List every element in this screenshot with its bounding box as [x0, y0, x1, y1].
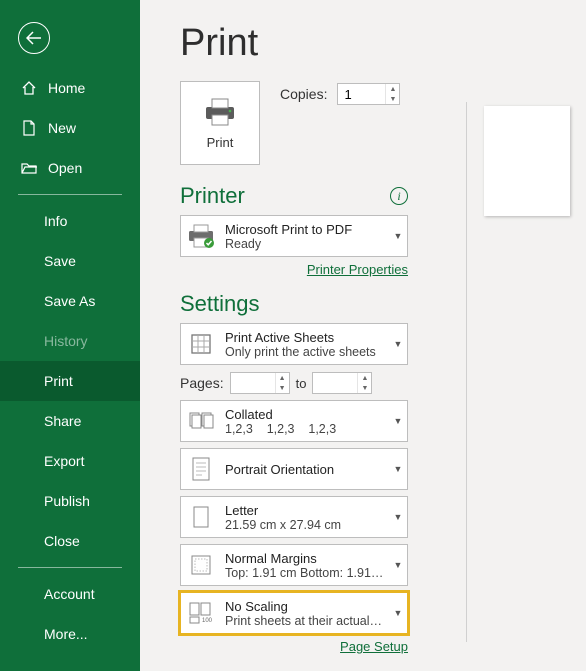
- chevron-down-icon: ▼: [394, 339, 403, 349]
- chevron-down-icon: ▼: [394, 512, 403, 522]
- pages-to-input[interactable]: [313, 376, 357, 391]
- spinner-up[interactable]: ▲: [276, 373, 289, 383]
- print-preview-pane: [466, 102, 586, 642]
- printer-selector-text: Microsoft Print to PDF Ready: [221, 217, 389, 256]
- collated-icon: [181, 401, 221, 441]
- dropdown-arrow: ▼: [389, 231, 407, 241]
- pages-to-spinner[interactable]: ▲▼: [312, 372, 372, 394]
- chevron-down-icon: ▼: [394, 416, 403, 426]
- page-setup-link[interactable]: Page Setup: [340, 639, 408, 654]
- nav-saveas[interactable]: Save As: [0, 281, 140, 321]
- arrow-left-icon: [26, 31, 42, 45]
- pages-from-spinner[interactable]: ▲▼: [230, 372, 290, 394]
- chevron-down-icon: ▼: [394, 608, 403, 618]
- nav-label: New: [48, 120, 76, 136]
- printer-info-icon[interactable]: i: [390, 187, 408, 205]
- printer-icon: [187, 223, 215, 249]
- printer-status: Ready: [225, 237, 385, 251]
- nav-close[interactable]: Close: [0, 521, 140, 561]
- copies-row: Copies: ▲ ▼: [280, 81, 400, 105]
- chevron-down-icon: ▼: [394, 231, 403, 241]
- nav-save[interactable]: Save: [0, 241, 140, 281]
- print-button[interactable]: Print: [180, 81, 260, 165]
- nav-history: History: [0, 321, 140, 361]
- orientation-selector[interactable]: Portrait Orientation ▼: [180, 448, 408, 490]
- nav-publish[interactable]: Publish: [0, 481, 140, 521]
- pages-label: Pages:: [180, 375, 224, 391]
- chevron-down-icon: ▼: [394, 560, 403, 570]
- print-panel: Print Print Copies: ▲ ▼ Printer i: [140, 0, 586, 671]
- printer-name: Microsoft Print to PDF: [225, 222, 385, 237]
- printer-heading: Printer: [180, 183, 245, 209]
- back-button[interactable]: [18, 22, 50, 54]
- nav-new[interactable]: New: [0, 108, 140, 148]
- chevron-down-icon: ▼: [394, 464, 403, 474]
- paper-icon: [181, 497, 221, 537]
- nav-account[interactable]: Account: [0, 574, 140, 614]
- nav-bottom-group: Account More...: [0, 574, 140, 654]
- nav-label: Home: [48, 80, 85, 96]
- printer-large-icon: [203, 97, 237, 127]
- paper-size-selector[interactable]: Letter 21.59 cm x 27.94 cm ▼: [180, 496, 408, 538]
- nav-mid-group: Info Save Save As History Print Share Ex…: [0, 201, 140, 561]
- margins-selector[interactable]: Normal Margins Top: 1.91 cm Bottom: 1.91…: [180, 544, 408, 586]
- pages-to-label: to: [296, 376, 307, 391]
- divider: [18, 194, 122, 195]
- spinner-up[interactable]: ▲: [358, 373, 371, 383]
- spinner-down[interactable]: ▼: [276, 383, 289, 393]
- scaling-icon: 100: [181, 593, 221, 633]
- backstage-sidebar: Home New Open Info Save Save As History …: [0, 0, 140, 671]
- nav-label: Open: [48, 160, 82, 176]
- divider: [18, 567, 122, 568]
- printer-properties-link[interactable]: Printer Properties: [307, 262, 408, 277]
- collation-selector[interactable]: Collated 1,2,3 1,2,3 1,2,3 ▼: [180, 400, 408, 442]
- nav-print[interactable]: Print: [0, 361, 140, 401]
- spinner-down[interactable]: ▼: [358, 383, 371, 393]
- page-title: Print: [180, 22, 556, 65]
- scaling-selector[interactable]: 100 No Scaling Print sheets at their act…: [180, 592, 408, 634]
- nav-home[interactable]: Home: [0, 68, 140, 108]
- print-what-selector[interactable]: Print Active Sheets Only print the activ…: [180, 323, 408, 365]
- copies-input[interactable]: [338, 87, 385, 102]
- pages-row: Pages: ▲▼ to ▲▼: [180, 372, 408, 394]
- nav-export[interactable]: Export: [0, 441, 140, 481]
- pages-from-input[interactable]: [231, 376, 275, 391]
- print-button-label: Print: [207, 135, 234, 150]
- svg-text:100: 100: [202, 618, 213, 624]
- nav-info[interactable]: Info: [0, 201, 140, 241]
- margins-icon: [181, 545, 221, 585]
- nav-open[interactable]: Open: [0, 148, 140, 188]
- open-icon: [20, 159, 38, 177]
- printer-selector-icon: [181, 216, 221, 256]
- spinner-arrows: ▲ ▼: [385, 84, 399, 104]
- printer-section-head: Printer i: [180, 183, 408, 209]
- spinner-up[interactable]: ▲: [386, 84, 399, 94]
- preview-sheet: [484, 106, 570, 216]
- nav-share[interactable]: Share: [0, 401, 140, 441]
- spinner-down[interactable]: ▼: [386, 94, 399, 104]
- portrait-icon: [181, 449, 221, 489]
- printer-selector[interactable]: Microsoft Print to PDF Ready ▼: [180, 215, 408, 257]
- copies-label: Copies:: [280, 86, 327, 102]
- sheets-icon: [181, 324, 221, 364]
- copies-spinner[interactable]: ▲ ▼: [337, 83, 400, 105]
- nav-more[interactable]: More...: [0, 614, 140, 654]
- new-icon: [20, 119, 38, 137]
- home-icon: [20, 79, 38, 97]
- nav-top-group: Home New Open: [0, 68, 140, 188]
